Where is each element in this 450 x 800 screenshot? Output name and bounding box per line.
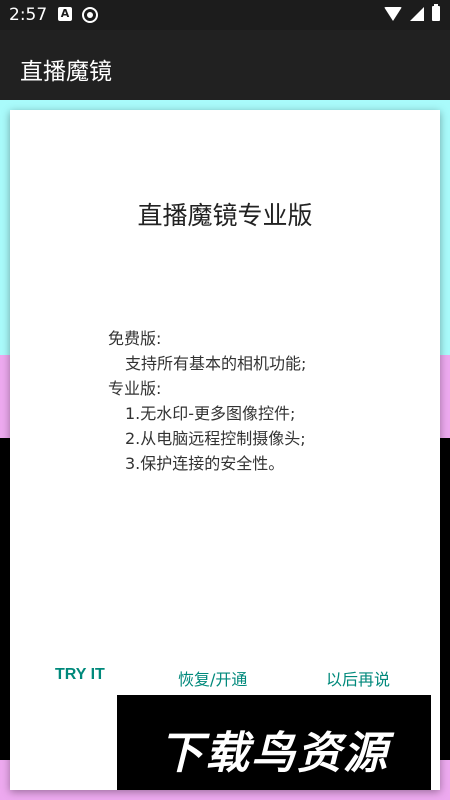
dialog-title: 直播魔镜专业版 xyxy=(137,201,313,230)
status-bar: 2:57 A xyxy=(0,0,450,30)
battery-icon xyxy=(432,4,440,21)
later-button[interactable]: 以后再说 xyxy=(326,666,390,690)
status-system-icons xyxy=(384,4,440,21)
dialog-body: 免费版: 支持所有基本的相机功能; 专业版: 1.无水印-更多图像控件; 2.从… xyxy=(108,326,306,476)
pro-feature-1: 1.无水印-更多图像控件; xyxy=(125,404,296,423)
free-version-heading: 免费版: xyxy=(108,329,162,348)
pro-feature-3: 3.保护连接的安全性。 xyxy=(125,454,285,473)
a-icon: A xyxy=(58,7,72,21)
status-notification-icons: A xyxy=(58,7,98,23)
signal-icon xyxy=(410,6,424,21)
status-time: 2:57 xyxy=(9,5,48,25)
watermark: 下载鸟资源 xyxy=(117,695,431,790)
free-version-feature: 支持所有基本的相机功能; xyxy=(125,354,307,373)
app-title: 直播魔镜 xyxy=(20,59,112,85)
app-bar: 直播魔镜 xyxy=(0,30,450,100)
watermark-text: 下载鸟资源 xyxy=(159,728,389,779)
wifi-icon xyxy=(384,6,402,21)
camera-icon xyxy=(82,7,98,23)
restore-activate-button[interactable]: 恢复/开通 xyxy=(178,666,247,690)
upgrade-dialog: 直播魔镜专业版 免费版: 支持所有基本的相机功能; 专业版: 1.无水印-更多图… xyxy=(10,110,440,790)
pro-version-heading: 专业版: xyxy=(108,379,162,398)
try-it-button[interactable]: TRY IT xyxy=(55,666,105,684)
pro-feature-2: 2.从电脑远程控制摄像头; xyxy=(125,429,306,448)
